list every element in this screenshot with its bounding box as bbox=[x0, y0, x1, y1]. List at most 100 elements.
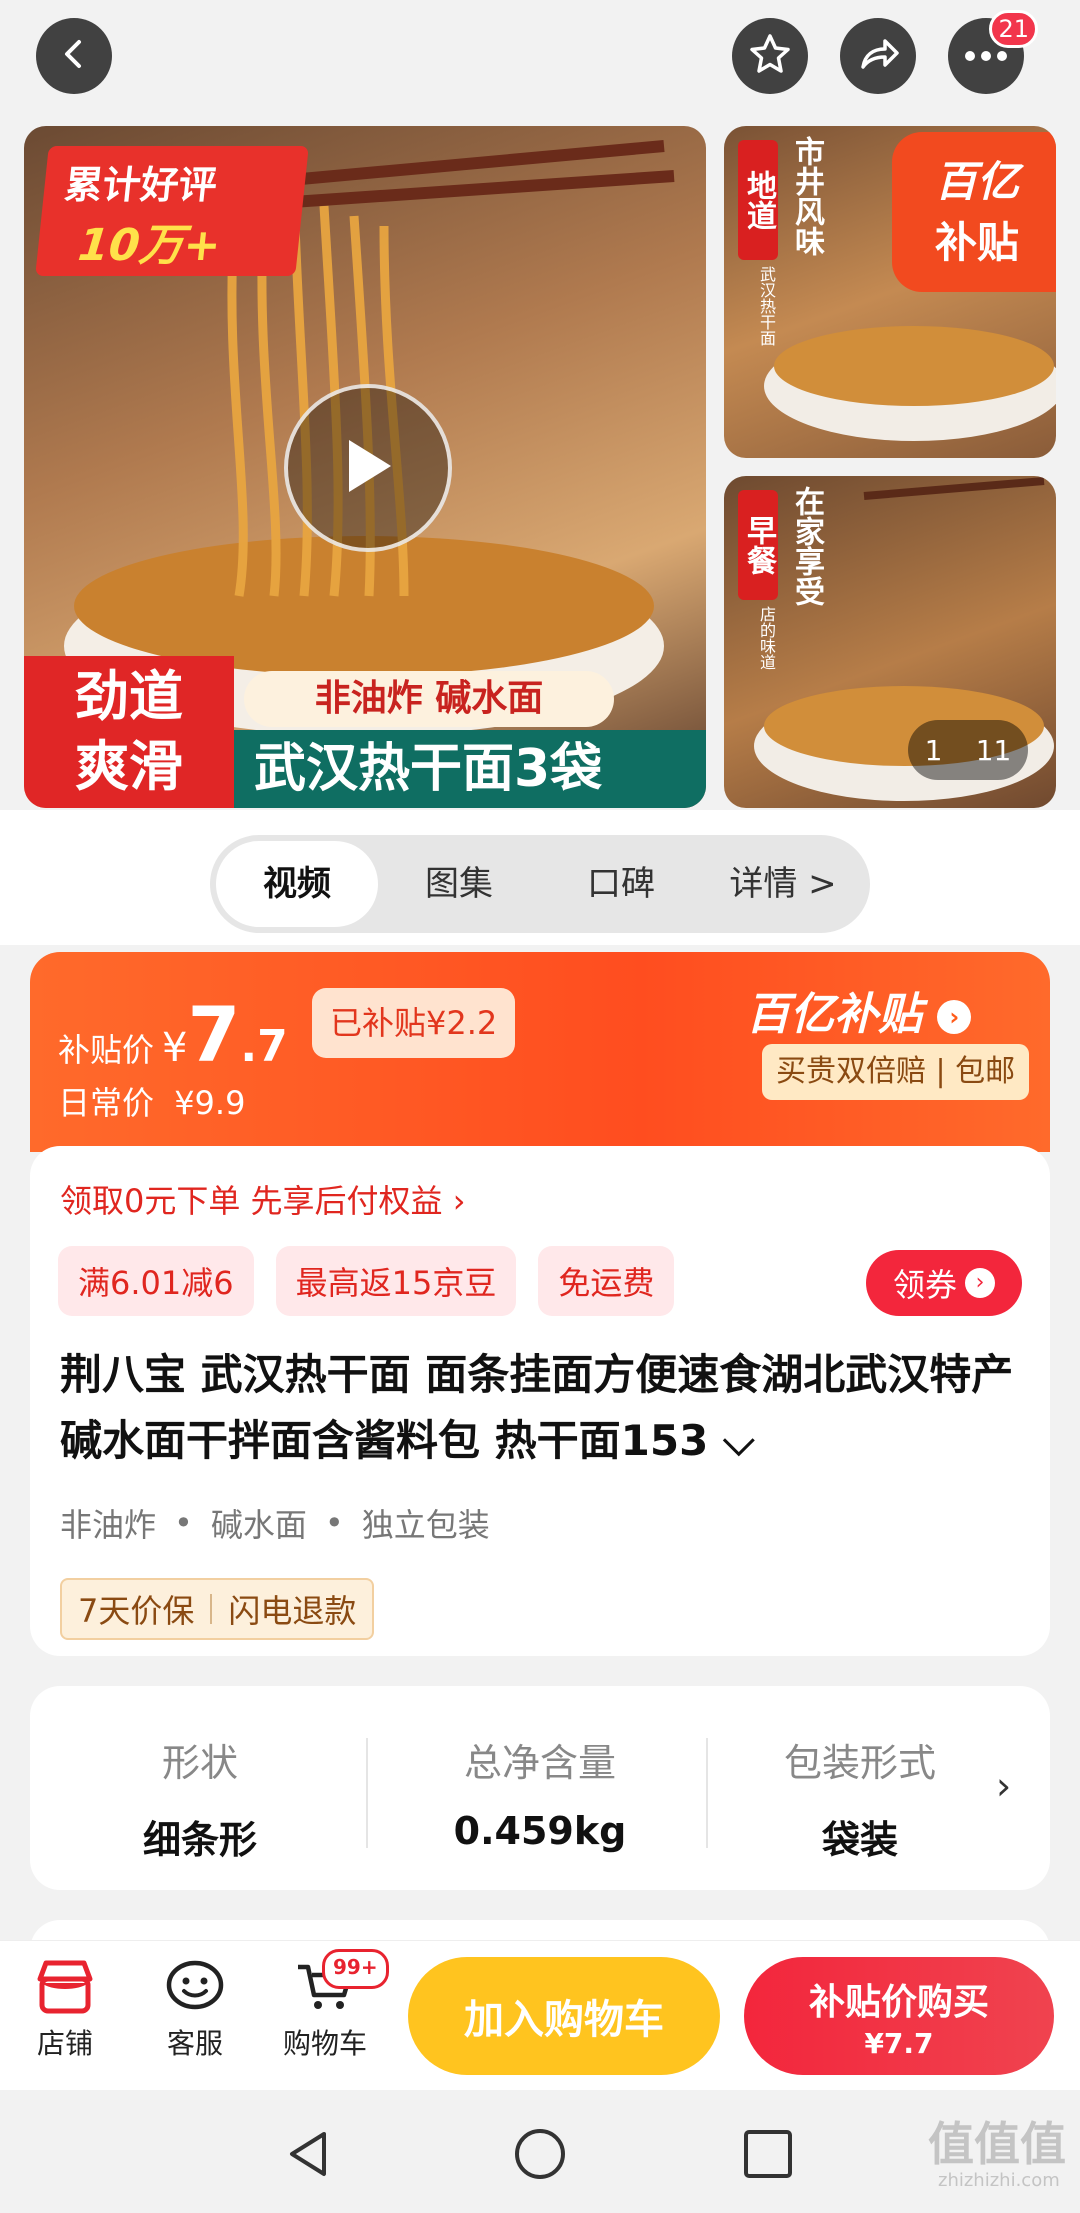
spec-value: 袋装 bbox=[821, 1818, 898, 1862]
service-fast-refund: 闪电退款 bbox=[228, 1592, 357, 1630]
back-button[interactable] bbox=[36, 18, 112, 94]
price-decimal: .7 bbox=[240, 1021, 288, 1072]
share-icon bbox=[855, 31, 901, 81]
spec-item: 形状 细条形 bbox=[30, 1686, 370, 1890]
tab-gallery[interactable]: 图集 bbox=[378, 841, 540, 927]
corner-line1: 百亿 bbox=[934, 157, 1019, 206]
tab-reviews[interactable]: 口碑 bbox=[540, 841, 702, 927]
favorite-button[interactable] bbox=[732, 18, 808, 94]
texture-line1: 劲道 bbox=[75, 665, 183, 728]
counter-total: 11 bbox=[975, 733, 1012, 767]
spec-item: 包装形式 袋装 bbox=[710, 1686, 1010, 1890]
promo-tag: 最高返15京豆 bbox=[275, 1246, 517, 1316]
image-counter: 1 11 bbox=[908, 720, 1028, 780]
square-recents-icon bbox=[744, 2130, 792, 2178]
watermark-url: zhizhizhi.com bbox=[938, 2170, 1060, 2191]
service-label: 客服 bbox=[166, 2027, 223, 2060]
thumbnail-2[interactable]: 早餐 在家享受 店的味道 1 11 bbox=[724, 476, 1056, 808]
main-product-image[interactable]: 累计好评 10万+ 劲道 爽滑 非油炸 碱水面 武汉热干面3袋 bbox=[24, 126, 706, 808]
shop-icon bbox=[37, 1960, 93, 2014]
spec-divider bbox=[706, 1738, 708, 1848]
coupon-arrow-icon: › bbox=[965, 1268, 995, 1298]
subsidy-price-label: 补贴价 bbox=[58, 1031, 155, 1069]
tab-video[interactable]: 视频 bbox=[216, 841, 378, 927]
corner-line2: 补贴 bbox=[934, 218, 1019, 267]
spec-value: 细条形 bbox=[142, 1818, 257, 1862]
specs-card[interactable]: 形状 细条形 总净含量 0.459kg 包装形式 袋装 › bbox=[30, 1686, 1050, 1890]
price-banner: 补贴价 ¥ 7 .7 已补贴¥2.2 日常价 ¥9.9 百亿补贴 › 买贵双倍赔… bbox=[30, 952, 1050, 1152]
counter-current: 1 bbox=[924, 733, 943, 767]
coupon-label: 领券 bbox=[892, 1266, 957, 1304]
nav-recents-button[interactable] bbox=[742, 2128, 794, 2184]
play-button[interactable] bbox=[284, 384, 452, 552]
shop-label: 店铺 bbox=[36, 2027, 93, 2060]
play-icon bbox=[341, 436, 395, 500]
price-integer: 7 bbox=[187, 990, 241, 1079]
texture-line2: 爽滑 bbox=[75, 735, 183, 798]
triangle-back-icon bbox=[290, 2132, 326, 2176]
subsidy-tag: 已补贴¥2.2 bbox=[312, 988, 516, 1058]
subsidy-brand[interactable]: 百亿补贴 › bbox=[746, 978, 972, 1042]
promo-tag: 满6.01减6 bbox=[58, 1246, 254, 1316]
watermark-logo: 值值值 bbox=[928, 2117, 1066, 2171]
sub-banner: 非油炸 碱水面 bbox=[244, 671, 614, 727]
notification-badge: 21 bbox=[989, 10, 1038, 48]
buy-now-button[interactable]: 补贴价购买 ¥7.7 bbox=[744, 1957, 1054, 2075]
service-badges[interactable]: 7天价保 闪电退款 bbox=[60, 1578, 375, 1640]
star-icon bbox=[747, 31, 793, 81]
product-title[interactable]: 荆八宝 武汉热干面 面条挂面方便速食湖北武汉特产碱水面干拌面含酱料包 热干面15… bbox=[60, 1342, 1020, 1474]
share-button[interactable] bbox=[840, 18, 916, 94]
rating-badge-title: 累计好评 bbox=[62, 163, 220, 207]
subsidy-corner-badge: 百亿 补贴 bbox=[892, 132, 1056, 292]
thumb1-small: 武汉热干面 bbox=[757, 266, 776, 346]
daily-price-label: 日常价 bbox=[58, 1084, 155, 1122]
spec-label: 总净含量 bbox=[463, 1741, 616, 1785]
chevron-right-icon: › bbox=[996, 1764, 1012, 1808]
promo-tag: 免运费 bbox=[538, 1246, 675, 1316]
feature-list: 非油炸 • 碱水面 • 独立包装 bbox=[60, 1500, 490, 1546]
buy-label: 补贴价购买 bbox=[808, 1982, 989, 2023]
more-dots-icon bbox=[964, 47, 1008, 66]
product-info-card: 领取0元下单 先享后付权益 › 满6.01减6 最高返15京豆 免运费 领券 ›… bbox=[30, 1146, 1050, 1656]
pay-later-link[interactable]: 领取0元下单 先享后付权益 › bbox=[60, 1176, 466, 1222]
back-arrow-icon bbox=[54, 34, 94, 78]
more-button[interactable]: 21 bbox=[948, 10, 1038, 94]
nav-back-button[interactable] bbox=[280, 2126, 336, 2186]
spec-value: 0.459kg bbox=[453, 1809, 627, 1853]
tab-details[interactable]: 详情 > bbox=[702, 841, 864, 927]
circle-home-icon bbox=[515, 2129, 565, 2179]
daily-price-value: ¥9.9 bbox=[174, 1084, 246, 1122]
thumb2-label: 早餐 bbox=[738, 490, 778, 600]
thumb2-small: 店的味道 bbox=[757, 606, 776, 670]
cart-button[interactable]: 购物车 99+ bbox=[270, 1949, 389, 2062]
nav-home-button[interactable] bbox=[512, 2126, 568, 2186]
daily-price: 日常价 ¥9.9 bbox=[58, 1078, 245, 1124]
feature-item: 独立包装 bbox=[361, 1506, 490, 1544]
buy-price: ¥7.7 bbox=[864, 2027, 934, 2060]
spec-label: 形状 bbox=[161, 1741, 238, 1785]
cart-label: 购物车 bbox=[282, 2027, 367, 2060]
cart-count-badge: 99+ bbox=[322, 1949, 389, 1989]
thumb1-text: 市井风味 bbox=[789, 136, 824, 256]
thumbnail-1[interactable]: 地道 市井风味 武汉热干面 百亿 补贴 bbox=[724, 126, 1056, 458]
service-price-protect: 7天价保 bbox=[78, 1592, 195, 1630]
promo-tags: 满6.01减6 最高返15京豆 免运费 bbox=[58, 1246, 675, 1316]
shop-button[interactable]: 店铺 bbox=[10, 1959, 120, 2062]
feature-item: 非油炸 bbox=[60, 1506, 157, 1544]
get-coupon-button[interactable]: 领券 › bbox=[866, 1250, 1022, 1316]
thumb2-text: 在家享受 bbox=[789, 486, 824, 606]
bottom-action-bar: 店铺 客服 购物车 99+ 加入购物车 补贴价购买 ¥7.7 bbox=[0, 1940, 1080, 2091]
feature-item: 碱水面 bbox=[210, 1506, 307, 1544]
texture-box: 劲道 爽滑 bbox=[24, 656, 234, 808]
currency-symbol: ¥ bbox=[162, 1025, 188, 1071]
customer-service-button[interactable]: 客服 bbox=[140, 1959, 250, 2062]
subsidy-brand-text: 百亿补贴 bbox=[746, 989, 922, 1040]
spec-item: 总净含量 0.459kg bbox=[370, 1686, 710, 1890]
add-to-cart-button[interactable]: 加入购物车 bbox=[408, 1957, 720, 2075]
spec-label: 包装形式 bbox=[783, 1741, 936, 1785]
main-banner: 武汉热干面3袋 bbox=[234, 730, 706, 808]
rating-badge-count: 10万+ bbox=[75, 220, 224, 271]
spec-divider bbox=[366, 1738, 368, 1848]
media-tabs: 视频 图集 口碑 详情 > bbox=[210, 835, 870, 933]
brand-arrow-icon: › bbox=[937, 1000, 972, 1034]
